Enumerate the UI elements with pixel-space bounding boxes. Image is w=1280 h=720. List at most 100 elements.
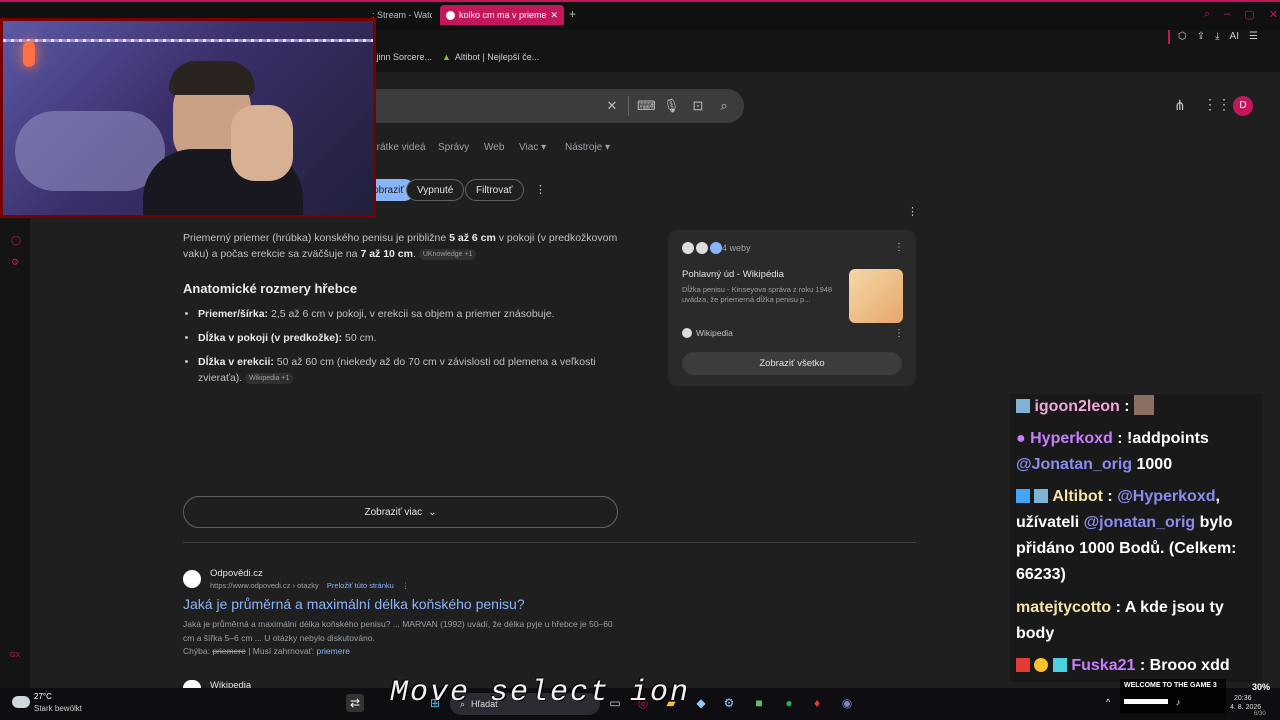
- weather-desc[interactable]: Stark bewölkt: [34, 704, 82, 713]
- source-pill[interactable]: Wikipedia +1: [245, 372, 294, 384]
- list-item: Dĺžka v pokoji (v predkožke): 50 cm.: [198, 330, 614, 346]
- share-icon[interactable]: ⋔: [1174, 97, 1186, 114]
- clock-date[interactable]: 4. 8. 2026: [1230, 704, 1261, 711]
- maps-pin-icon[interactable]: ♦: [808, 694, 826, 712]
- wikipedia-favicon-icon: [682, 242, 694, 254]
- translate-link[interactable]: Preložiť túto stránku: [327, 581, 394, 590]
- chat-message: Altibot : @Hyperkoxd, užívateli @jonatan…: [1016, 484, 1260, 588]
- browser-toolbar: ⬡ ⇪ ⤓ AI ☰: [1178, 31, 1258, 42]
- intro-text: .: [412, 248, 416, 260]
- download-icon[interactable]: ⤓: [1215, 31, 1219, 42]
- mic-icon[interactable]: 🎙: [663, 98, 680, 114]
- tab-label: Nástroje: [565, 142, 603, 153]
- source-title[interactable]: Pohlavný úd - Wikipédia: [682, 269, 784, 280]
- tab-news[interactable]: Správy: [438, 142, 469, 153]
- volume-icon[interactable]: ♪: [1176, 697, 1181, 708]
- tab-search-active[interactable]: kolko cm ma v priemer ✕: [440, 5, 564, 25]
- badge-icon: [1016, 489, 1030, 503]
- show-all-button[interactable]: Zobraziť všetko: [682, 352, 902, 375]
- keyboard-icon[interactable]: ⌨: [637, 98, 656, 114]
- maximize-icon[interactable]: ▢: [1244, 8, 1254, 21]
- lens-icon[interactable]: ⊡: [690, 98, 706, 114]
- account-avatar[interactable]: D: [1233, 96, 1253, 116]
- app-icon[interactable]: ◆: [692, 694, 710, 712]
- search-tabs-icon[interactable]: ⌕: [1204, 8, 1210, 21]
- chat-message: Fuska21 : Brooo xdd: [1016, 653, 1260, 679]
- tab-tools[interactable]: Nástroje ▾: [565, 142, 610, 153]
- search-icon[interactable]: ⌕: [716, 98, 732, 114]
- intro-bold-range: 7 až 10 cm: [360, 248, 413, 260]
- streamer-hair: [169, 61, 255, 95]
- apps-grid-icon[interactable]: ⋮⋮: [1203, 96, 1231, 113]
- sidebar-notification-icon[interactable]: ◯: [11, 235, 21, 246]
- source-snippet: Dĺžka penisu - Kinseyova správa z roku 1…: [682, 285, 833, 304]
- ai-button[interactable]: AI: [1230, 31, 1239, 42]
- tab-more[interactable]: Viac ▾: [519, 142, 546, 153]
- ai-overview-heading: Anatomické rozmery hřebce: [183, 281, 358, 296]
- site-favicon-icon: [710, 242, 722, 254]
- must-include-link[interactable]: priemere: [316, 646, 350, 656]
- show-more-button[interactable]: Zobraziť viac ⌄: [183, 496, 618, 528]
- source-menu-icon[interactable]: ⋮: [894, 328, 904, 339]
- clock-time[interactable]: 20:36: [1234, 695, 1252, 702]
- new-tab-button[interactable]: +: [569, 7, 576, 21]
- clear-search-icon[interactable]: ✕: [604, 98, 620, 114]
- spotify-icon[interactable]: ●: [780, 694, 798, 712]
- stream-chat: igoon2leon : ● Hyperkoxd : !addpoints @J…: [1010, 394, 1262, 682]
- sidebar-settings-icon[interactable]: ⚙: [11, 257, 19, 268]
- tray-chevron-icon[interactable]: ^: [1106, 697, 1110, 707]
- card-menu-icon[interactable]: ⋮: [894, 242, 904, 253]
- ai-overview-menu-icon[interactable]: ⋮: [907, 205, 918, 218]
- result-snippet: Jaká je průměrná a maximální délka koňsk…: [183, 619, 613, 643]
- result-title-link[interactable]: Jaká je průměrná a maximální délka koňsk…: [183, 596, 525, 612]
- extensions-icon[interactable]: ⬡: [1178, 31, 1187, 42]
- item-label: Priemer/šírka:: [198, 308, 269, 320]
- share-icon[interactable]: ⇪: [1197, 31, 1205, 42]
- chat-text: 1000: [1132, 456, 1173, 473]
- tab-web[interactable]: Web: [484, 142, 504, 153]
- result-site-name[interactable]: Odpovědi.cz: [210, 568, 263, 579]
- search-input[interactable]: [360, 89, 744, 123]
- webcam-overlay: [0, 18, 376, 218]
- steam-icon[interactable]: ⚙: [720, 694, 738, 712]
- sidebar-gx-icon[interactable]: GX: [10, 652, 20, 659]
- source-thumbnail[interactable]: [849, 269, 903, 323]
- close-window-icon[interactable]: ✕: [1269, 8, 1278, 21]
- item-label: Dĺžka v erekcii:: [198, 356, 274, 368]
- taskbar-app-icon[interactable]: ⇄: [346, 694, 364, 712]
- menu-icon[interactable]: ☰: [1249, 31, 1258, 42]
- chevron-down-icon: ▾: [605, 142, 611, 153]
- wifi-icon[interactable]: ◠: [1160, 697, 1168, 708]
- badge-icon: [1034, 489, 1049, 503]
- lamp-icon: [23, 41, 35, 67]
- chat-message: ● Hyperkoxd : !addpoints @Jonatan_orig 1…: [1016, 426, 1260, 478]
- system-tray: ◠ ♪: [1160, 697, 1180, 708]
- missing-word: priemere: [212, 646, 246, 656]
- wikipedia-favicon-icon: [682, 328, 692, 338]
- more-options-icon[interactable]: ⋮: [535, 183, 546, 196]
- chip-filter[interactable]: Filtrovať: [465, 179, 524, 201]
- chat-username: igoon2leon: [1034, 398, 1120, 415]
- result-url[interactable]: https://www.odpovedi.cz › otazky: [210, 581, 319, 590]
- battery-percent: 30%: [1252, 682, 1271, 692]
- chip-off[interactable]: Vypnuté: [406, 179, 465, 201]
- tab-label: kolko cm ma v priemer: [459, 10, 547, 20]
- ai-overview-intro: Priemerný priemer (hrúbka) konského peni…: [183, 230, 633, 262]
- chat-mention: @Jonatan_orig: [1016, 456, 1133, 473]
- weather-temp[interactable]: 27°C: [34, 692, 52, 701]
- bookmark-djinn[interactable]: Djinn Sorcere...: [370, 52, 432, 62]
- sources-count: 4 weby: [722, 243, 751, 253]
- minimize-icon[interactable]: –: [1224, 8, 1230, 21]
- source-pill[interactable]: UKnowledge +1: [418, 248, 477, 260]
- result-menu-icon[interactable]: ⋮: [402, 581, 410, 590]
- next-result-site[interactable]: Wikipedia: [210, 681, 251, 688]
- chat-username: Altibot: [1052, 488, 1103, 505]
- badge-icon: [1052, 658, 1067, 672]
- tab-short-videos[interactable]: Krátke videá: [370, 142, 426, 153]
- close-tab-icon[interactable]: ✕: [550, 10, 558, 21]
- discord-icon[interactable]: ◉: [838, 694, 856, 712]
- weather-cloud-icon: [12, 696, 30, 708]
- app-green-icon[interactable]: ■: [750, 694, 768, 712]
- show-more-label: Zobraziť viac: [364, 506, 423, 518]
- bookmark-altibot[interactable]: ▲ Altibot | Nejlepší če...: [442, 52, 539, 62]
